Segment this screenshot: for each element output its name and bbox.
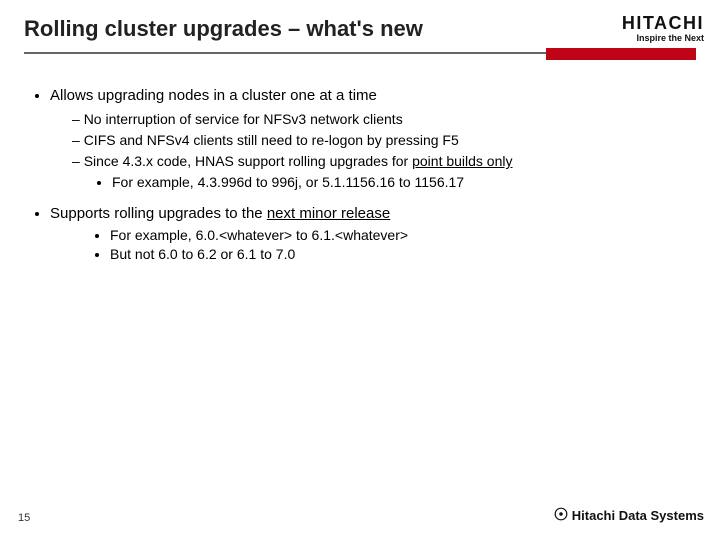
- brand-logo-main: HITACHI: [622, 14, 704, 34]
- bullet-1-sub-3-underline: point builds only: [412, 153, 512, 169]
- page-number: 15: [18, 512, 30, 524]
- header-rule: [24, 48, 696, 62]
- bullet-2-examples: For example, 6.0.<whatever> to 6.1.<what…: [50, 226, 692, 264]
- bullet-list: Allows upgrading nodes in a cluster one …: [28, 86, 692, 264]
- slide: Rolling cluster upgrades – what's new HI…: [0, 0, 720, 540]
- header-rule-gray: [24, 52, 584, 54]
- footer: 15 Hitachi Data Systems: [0, 500, 720, 524]
- footer-brand: Hitachi Data Systems: [554, 507, 704, 524]
- footer-brand-icon: [554, 507, 568, 524]
- slide-body: Allows upgrading nodes in a cluster one …: [0, 72, 720, 264]
- bullet-1-sub-3: Since 4.3.x code, HNAS support rolling u…: [72, 152, 692, 192]
- header: Rolling cluster upgrades – what's new HI…: [0, 0, 720, 72]
- bullet-2-ex-1: For example, 6.0.<whatever> to 6.1.<what…: [110, 226, 692, 245]
- bullet-1-sub-3-ex: For example, 4.3.996d to 996j, or 5.1.11…: [112, 173, 692, 192]
- brand-logo-tagline: Inspire the Next: [622, 34, 704, 44]
- bullet-1-sub-2: CIFS and NFSv4 clients still need to re-…: [72, 131, 692, 150]
- bullet-1: Allows upgrading nodes in a cluster one …: [50, 86, 692, 192]
- bullet-2-ex-2: But not 6.0 to 6.2 or 6.1 to 7.0: [110, 245, 692, 264]
- bullet-1-sublist: No interruption of service for NFSv3 net…: [50, 110, 692, 192]
- bullet-2-pre: Supports rolling upgrades to the: [50, 205, 267, 222]
- bullet-1-sub-3-examples: For example, 4.3.996d to 996j, or 5.1.11…: [72, 173, 692, 192]
- slide-title: Rolling cluster upgrades – what's new: [24, 16, 696, 42]
- bullet-1-sub-3-pre: Since 4.3.x code, HNAS support rolling u…: [84, 153, 412, 169]
- bullet-1-text: Allows upgrading nodes in a cluster one …: [50, 87, 377, 104]
- bullet-2-underline: next minor release: [267, 205, 390, 222]
- footer-brand-text: Hitachi Data Systems: [572, 508, 704, 523]
- header-rule-red: [546, 48, 696, 60]
- bullet-1-sub-1: No interruption of service for NFSv3 net…: [72, 110, 692, 129]
- bullet-2: Supports rolling upgrades to the next mi…: [50, 204, 692, 264]
- brand-logo: HITACHI Inspire the Next: [622, 14, 704, 44]
